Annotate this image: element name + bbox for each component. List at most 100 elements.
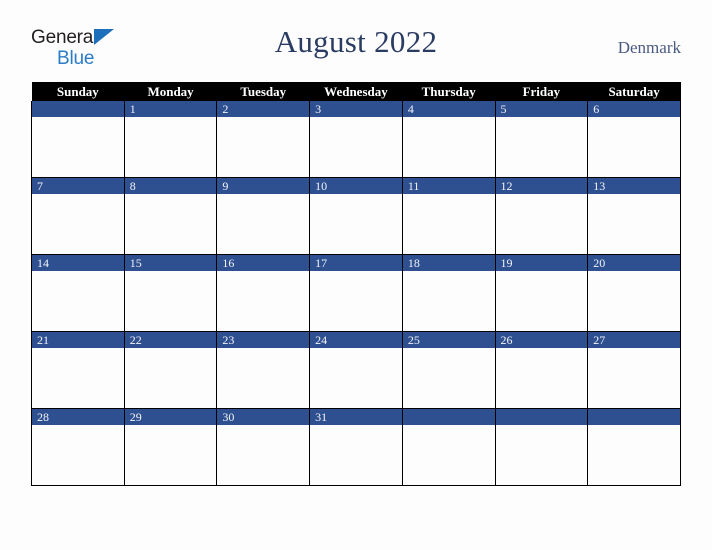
day-cell[interactable]: 9 xyxy=(216,177,311,255)
day-number: 8 xyxy=(124,178,217,194)
day-number: 1 xyxy=(124,101,217,117)
day-cell-body[interactable] xyxy=(217,271,310,330)
day-cell[interactable]: 22 xyxy=(123,331,218,409)
day-cell[interactable]: 11 xyxy=(401,177,496,255)
day-cell-body[interactable] xyxy=(124,348,217,407)
weekday-header-tuesday: Tuesday xyxy=(216,82,310,101)
day-number xyxy=(402,409,495,425)
day-number: 29 xyxy=(124,409,217,425)
day-cell[interactable] xyxy=(31,101,125,178)
calendar-week-row: 28 29 30 31 xyxy=(31,408,681,486)
day-cell-body[interactable] xyxy=(402,194,495,253)
day-cell-body[interactable] xyxy=(310,194,402,253)
day-cell-body[interactable] xyxy=(588,194,680,253)
day-cell-body[interactable] xyxy=(495,117,588,176)
weekday-header-saturday: Saturday xyxy=(587,82,681,101)
day-number: 21 xyxy=(32,332,124,348)
day-cell-body[interactable] xyxy=(588,425,680,484)
day-number: 10 xyxy=(310,178,402,194)
region-label: Denmark xyxy=(617,38,681,57)
day-cell-body[interactable] xyxy=(402,271,495,330)
day-cell[interactable]: 4 xyxy=(401,101,496,178)
day-cell-body[interactable] xyxy=(124,117,217,176)
day-number: 12 xyxy=(495,178,588,194)
day-cell[interactable] xyxy=(494,408,589,486)
day-cell-body[interactable] xyxy=(402,348,495,407)
day-cell-body[interactable] xyxy=(124,194,217,253)
day-cell[interactable]: 15 xyxy=(123,254,218,332)
day-number: 7 xyxy=(32,178,124,194)
day-cell[interactable]: 25 xyxy=(401,331,496,409)
day-cell[interactable]: 31 xyxy=(309,408,403,486)
day-cell-body[interactable] xyxy=(310,425,402,484)
day-number: 3 xyxy=(310,101,402,117)
day-number: 26 xyxy=(495,332,588,348)
day-cell-body[interactable] xyxy=(402,425,495,484)
day-number: 5 xyxy=(495,101,588,117)
day-cell[interactable]: 6 xyxy=(587,101,681,178)
day-cell[interactable]: 27 xyxy=(587,331,681,409)
calendar-week-row: 21 22 23 24 25 26 27 xyxy=(31,331,681,409)
day-cell[interactable]: 3 xyxy=(309,101,403,178)
day-cell-body[interactable] xyxy=(402,117,495,176)
day-number xyxy=(32,101,124,117)
day-cell[interactable]: 12 xyxy=(494,177,589,255)
day-number: 25 xyxy=(402,332,495,348)
day-cell-body[interactable] xyxy=(32,117,124,176)
day-cell-body[interactable] xyxy=(32,425,124,484)
day-cell-body[interactable] xyxy=(495,271,588,330)
day-cell-body[interactable] xyxy=(588,117,680,176)
day-cell-body[interactable] xyxy=(32,271,124,330)
day-cell[interactable] xyxy=(587,408,681,486)
weekday-header-sunday: Sunday xyxy=(31,82,125,101)
calendar-week-row: 1 2 3 4 5 6 xyxy=(31,101,681,178)
day-cell[interactable]: 14 xyxy=(31,254,125,332)
day-number: 24 xyxy=(310,332,402,348)
day-cell-body[interactable] xyxy=(495,348,588,407)
day-cell-body[interactable] xyxy=(310,117,402,176)
day-cell[interactable]: 19 xyxy=(494,254,589,332)
day-cell[interactable]: 17 xyxy=(309,254,403,332)
day-cell[interactable]: 10 xyxy=(309,177,403,255)
day-cell[interactable]: 24 xyxy=(309,331,403,409)
day-cell-body[interactable] xyxy=(310,271,402,330)
day-cell[interactable]: 28 xyxy=(31,408,125,486)
day-cell-body[interactable] xyxy=(124,425,217,484)
day-cell[interactable]: 20 xyxy=(587,254,681,332)
day-cell-body[interactable] xyxy=(32,194,124,253)
day-cell-body[interactable] xyxy=(217,117,310,176)
day-number: 13 xyxy=(588,178,680,194)
day-cell-body[interactable] xyxy=(588,271,680,330)
day-cell-body[interactable] xyxy=(32,348,124,407)
calendar-body: 1 2 3 4 5 6 7 8 9 10 11 12 13 14 15 16 1… xyxy=(31,101,681,486)
day-cell-body[interactable] xyxy=(310,348,402,407)
day-cell[interactable]: 18 xyxy=(401,254,496,332)
day-number xyxy=(588,409,680,425)
day-cell-body[interactable] xyxy=(495,425,588,484)
day-cell[interactable]: 30 xyxy=(216,408,311,486)
day-cell[interactable]: 29 xyxy=(123,408,218,486)
day-cell-body[interactable] xyxy=(588,348,680,407)
day-cell[interactable]: 2 xyxy=(216,101,311,178)
day-cell-body[interactable] xyxy=(217,194,310,253)
day-cell[interactable]: 7 xyxy=(31,177,125,255)
day-cell-body[interactable] xyxy=(217,425,310,484)
day-cell-body[interactable] xyxy=(217,348,310,407)
day-number: 17 xyxy=(310,255,402,271)
day-cell[interactable]: 5 xyxy=(494,101,589,178)
day-cell[interactable]: 16 xyxy=(216,254,311,332)
day-cell-body[interactable] xyxy=(124,271,217,330)
day-cell[interactable]: 26 xyxy=(494,331,589,409)
day-number: 19 xyxy=(495,255,588,271)
day-cell[interactable]: 1 xyxy=(123,101,218,178)
day-cell[interactable]: 13 xyxy=(587,177,681,255)
day-cell[interactable]: 8 xyxy=(123,177,218,255)
calendar-week-row: 7 8 9 10 11 12 13 xyxy=(31,177,681,255)
day-cell[interactable]: 23 xyxy=(216,331,311,409)
weekday-header-friday: Friday xyxy=(495,82,588,101)
day-cell[interactable] xyxy=(401,408,496,486)
day-cell[interactable]: 21 xyxy=(31,331,125,409)
day-cell-body[interactable] xyxy=(495,194,588,253)
day-number: 22 xyxy=(124,332,217,348)
day-number: 23 xyxy=(217,332,310,348)
